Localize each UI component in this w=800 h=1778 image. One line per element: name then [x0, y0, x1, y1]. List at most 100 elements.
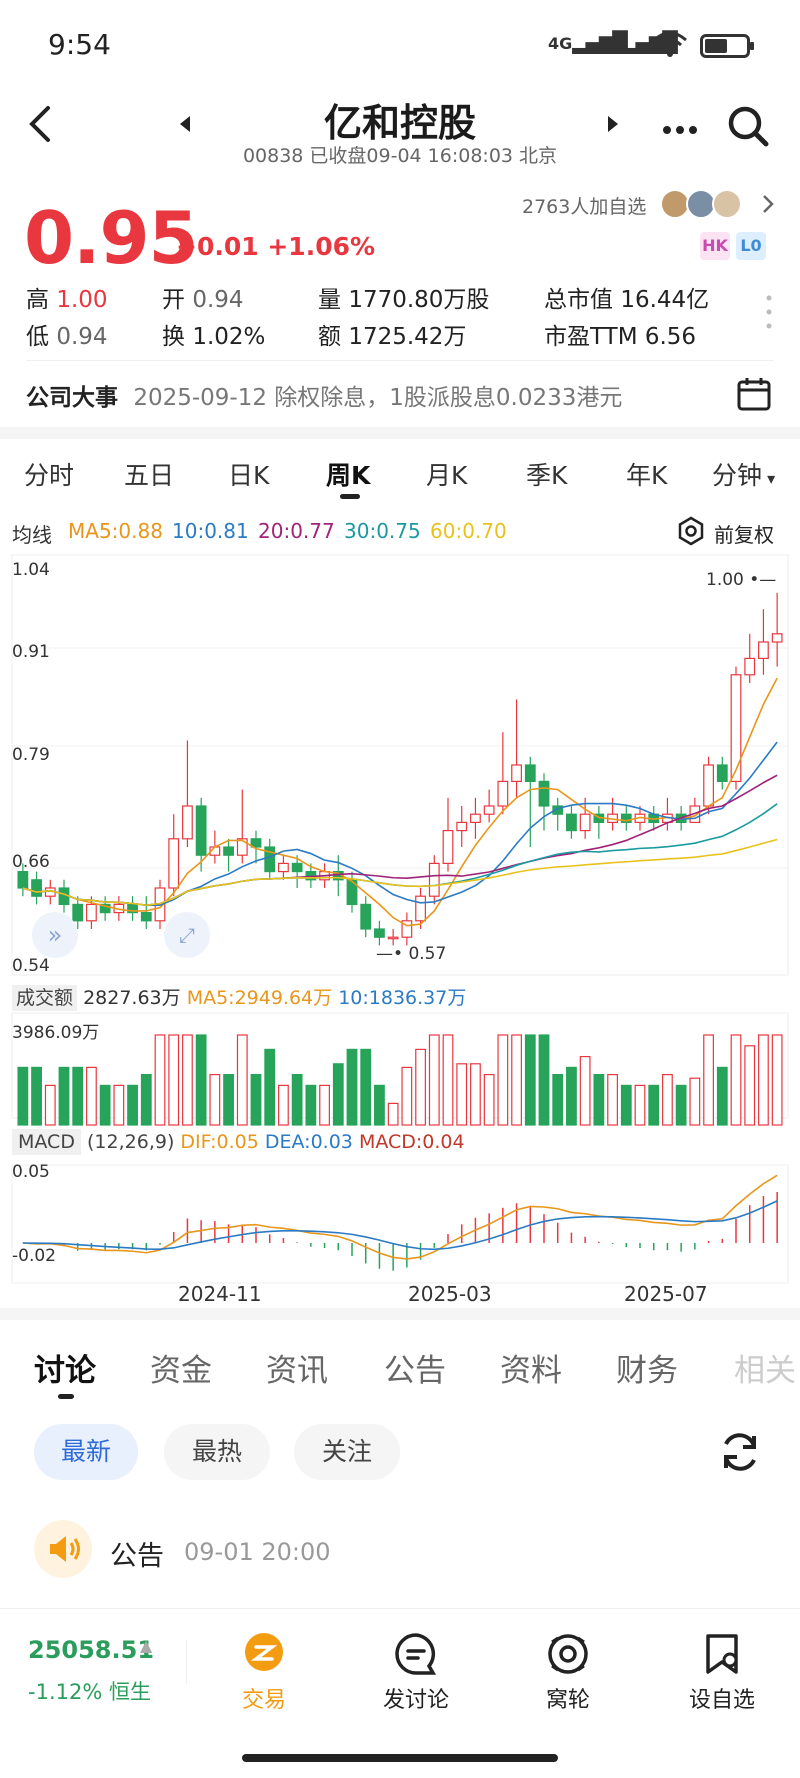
volume-bar: [278, 1084, 289, 1126]
volume-bar: [17, 1066, 29, 1126]
x-label-3: 2025-07: [624, 1282, 708, 1306]
tab-five-day[interactable]: 五日: [124, 456, 174, 492]
filter-following[interactable]: 关注: [294, 1424, 400, 1480]
tab-related[interactable]: 相关: [734, 1345, 796, 1390]
tab-news[interactable]: 资讯: [266, 1345, 328, 1390]
add-watchlist-label[interactable]: 设自选: [662, 1682, 782, 1714]
double-chevron-icon[interactable]: »: [32, 912, 78, 958]
ma-title: 均线: [12, 523, 52, 547]
volume-bar: [415, 1048, 426, 1126]
index-up-arrow-icon: ▲: [140, 1636, 153, 1655]
candle-body: [360, 903, 372, 930]
volume-bar: [250, 1073, 262, 1126]
candle-body: [442, 830, 454, 865]
price-change: +0.01 +1.06%: [176, 232, 376, 261]
tab-monthly-k[interactable]: 月K: [426, 456, 467, 492]
candle-body: [730, 674, 742, 783]
candle-body: [703, 764, 714, 807]
post-label[interactable]: 公告: [110, 1534, 164, 1573]
add-watchlist-icon[interactable]: [700, 1632, 744, 1680]
volume-bar: [140, 1073, 152, 1126]
company-events[interactable]: 公司大事 2025-09-12 除权除息，1股派股息0.0233港元: [26, 378, 622, 412]
filter-latest[interactable]: 最新: [34, 1424, 138, 1480]
volume-bar: [607, 1073, 618, 1126]
macd-legend: MACD (12,26,9) DIF:0.05 DEA:0.03 MACD:0.…: [12, 1129, 465, 1155]
trade-icon[interactable]: [244, 1632, 284, 1676]
volume-bar: [113, 1084, 125, 1126]
index-change[interactable]: -1.12% 恒生: [28, 1676, 151, 1706]
candle-body: [538, 780, 550, 807]
tab-funds[interactable]: 资金: [150, 1345, 212, 1390]
more-icon[interactable]: [662, 120, 698, 139]
expand-stats-icon[interactable]: [766, 294, 772, 334]
candle-body: [31, 879, 42, 897]
volume-bar: [483, 1073, 495, 1126]
volume-bar: [264, 1048, 276, 1126]
trade-label[interactable]: 交易: [204, 1682, 324, 1714]
macd-axis-bottom: -0.02: [12, 1246, 56, 1266]
candle-body: [497, 780, 509, 807]
volume-bar: [195, 1034, 207, 1126]
refresh-icon[interactable]: [718, 1430, 762, 1478]
tab-quarterly-k[interactable]: 季K: [526, 456, 567, 492]
expand-icon[interactable]: ⤢: [164, 912, 210, 958]
tab-minute[interactable]: 分钟 ▾: [712, 456, 775, 492]
dif-line: [22, 1174, 778, 1260]
post-discussion-label[interactable]: 发讨论: [356, 1682, 476, 1714]
ma10-legend: 10:0.81: [172, 519, 249, 543]
tab-discussion[interactable]: 讨论: [34, 1345, 96, 1390]
stock-subtitle: 00838 已收盘09-04 16:08:03 北京: [242, 145, 558, 167]
candle-body: [415, 895, 426, 922]
post-discussion-icon[interactable]: [394, 1632, 438, 1680]
battery-icon: [700, 34, 754, 58]
wifi-icon: [652, 30, 688, 62]
volume-bar: [771, 1034, 783, 1126]
volume-bar: [566, 1066, 577, 1126]
volume-bar: [716, 1066, 728, 1126]
stat-open: 开 0.94: [162, 287, 244, 313]
adjust-mode-button[interactable]: 前复权: [714, 519, 774, 548]
macd-axis-top: 0.05: [12, 1162, 50, 1182]
volume-bar: [648, 1084, 660, 1126]
index-value[interactable]: 25058.51: [28, 1636, 154, 1664]
tab-intraday[interactable]: 分时: [24, 456, 74, 492]
calendar-icon[interactable]: [736, 376, 772, 416]
settings-gear-icon[interactable]: [676, 516, 706, 550]
volume-bar: [552, 1073, 564, 1126]
chevron-right-icon[interactable]: [762, 194, 774, 218]
followers-count[interactable]: 2763人加自选: [522, 192, 646, 219]
search-icon[interactable]: [726, 104, 770, 152]
price-axis-2: 0.91: [12, 642, 50, 662]
volume-bar: [168, 1034, 180, 1126]
tab-profile[interactable]: 资料: [500, 1345, 562, 1390]
volume-bar: [72, 1066, 84, 1126]
tab-daily-k[interactable]: 日K: [228, 456, 269, 492]
candle-body: [716, 764, 728, 782]
warrant-label[interactable]: 窝轮: [508, 1682, 628, 1714]
volume-bar: [703, 1034, 714, 1126]
price-axis-top: 1.04: [12, 560, 50, 580]
price-axis-3: 0.79: [12, 745, 50, 765]
volume-bar: [154, 1034, 166, 1126]
volume-bar: [374, 1084, 385, 1126]
next-stock-button[interactable]: [606, 114, 620, 138]
candle-body: [86, 903, 97, 922]
volume-bar: [332, 1063, 344, 1126]
tab-yearly-k[interactable]: 年K: [626, 456, 667, 492]
warrant-icon[interactable]: [546, 1632, 590, 1680]
volume-bar: [291, 1073, 303, 1126]
volume-bar: [470, 1063, 481, 1126]
volume-legend: 成交额 2827.63万 MA5:2949.64万 10:1836.37万: [12, 983, 466, 1011]
kline-chart[interactable]: [0, 548, 800, 1318]
filter-hot[interactable]: 最热: [164, 1424, 270, 1480]
volume-bar: [31, 1066, 42, 1126]
tab-announcements[interactable]: 公告: [384, 1345, 446, 1390]
candle-body: [579, 813, 591, 832]
price-low-marker: —• 0.57: [376, 944, 447, 964]
tab-weekly-k[interactable]: 周K: [326, 456, 370, 492]
volume-bar: [758, 1034, 769, 1126]
volume-bar: [620, 1084, 632, 1126]
tab-financials[interactable]: 财务: [616, 1345, 678, 1390]
price-high-marker: 1.00 •—: [706, 570, 777, 590]
volume-bar: [127, 1084, 138, 1126]
